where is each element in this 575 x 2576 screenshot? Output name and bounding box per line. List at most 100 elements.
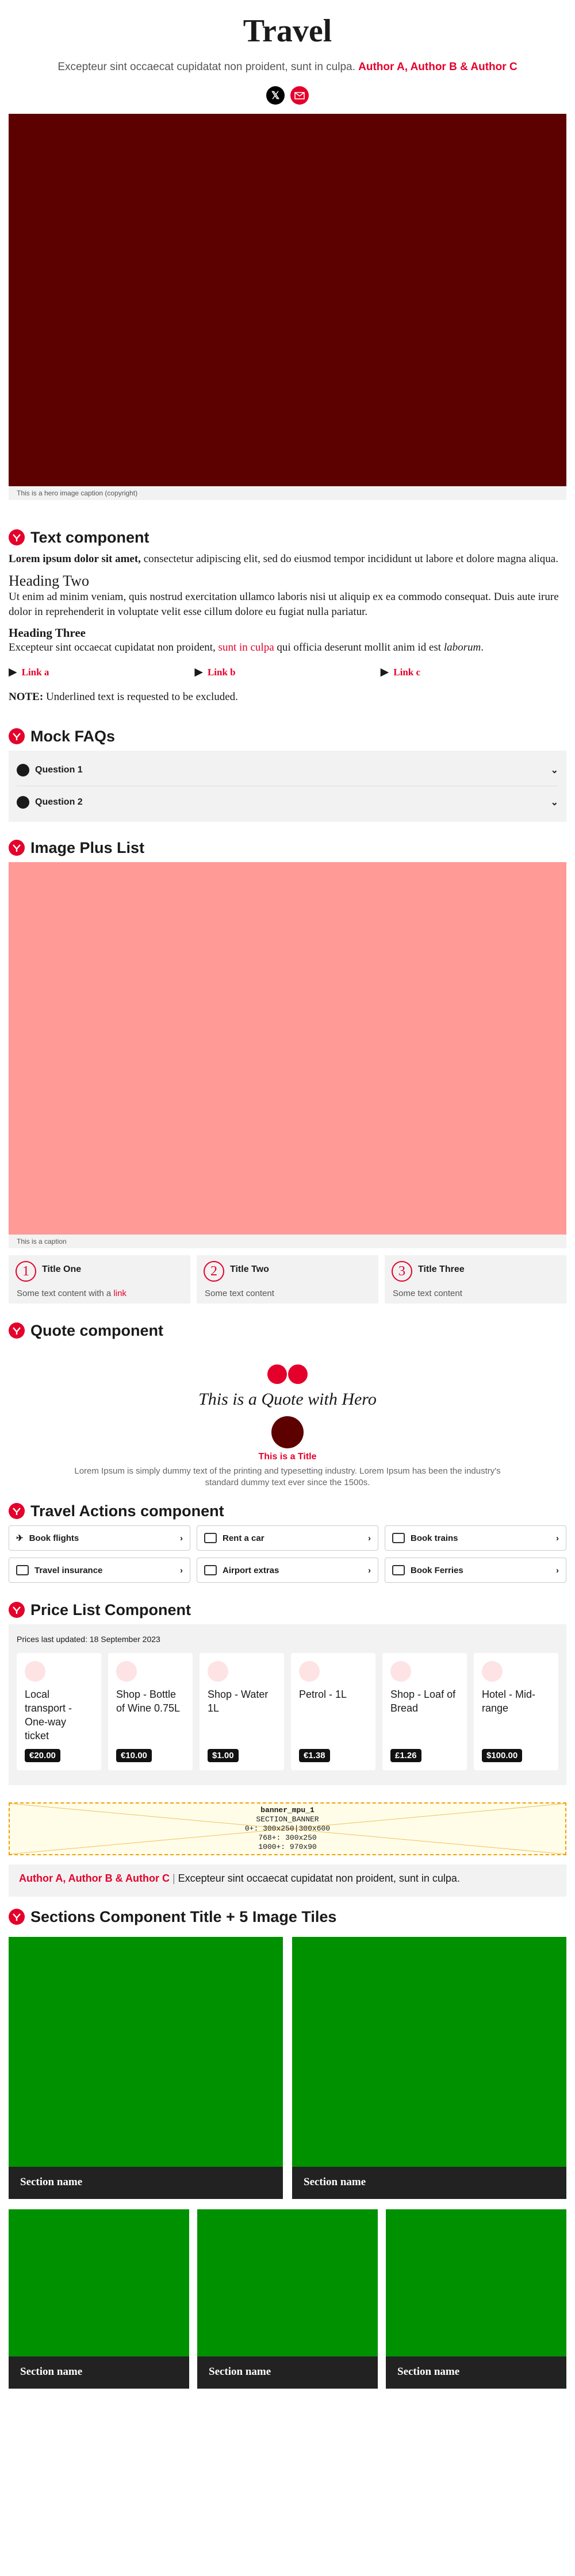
- train-icon: [392, 1533, 405, 1543]
- brand-logo-icon: [9, 529, 25, 545]
- price-card: Local transport - One-way ticket €20.00: [17, 1653, 101, 1770]
- faqs-header: Mock FAQs: [9, 722, 566, 751]
- question-icon: [17, 763, 29, 776]
- price-badge: £1.26: [390, 1749, 421, 1762]
- insurance-icon: [16, 1565, 29, 1575]
- paragraph: Lorem ipsum dolor sit amet, consectetur …: [9, 553, 558, 565]
- section-heading: Image Plus List: [30, 839, 145, 856]
- page: Travel Excepteur sint occaecat cupidatat…: [0, 0, 575, 2576]
- section-tile[interactable]: Section name: [9, 1937, 283, 2199]
- ferry-icon: [392, 1565, 405, 1575]
- price-badge: €20.00: [25, 1749, 60, 1762]
- action-rent-car[interactable]: Rent a car ›: [197, 1525, 378, 1551]
- price-card: Petrol - 1L €1.38: [291, 1653, 375, 1770]
- sections-header: Sections Component Title + 5 Image Tiles: [9, 1902, 566, 1931]
- link-item[interactable]: ▶ Link b: [194, 663, 380, 682]
- quote-mark-icon: [9, 1345, 566, 1390]
- plane-icon: ✈: [16, 1533, 24, 1543]
- price-card: Shop - Bottle of Wine 0.75L €10.00: [108, 1653, 193, 1770]
- avatar: [271, 1416, 304, 1448]
- wine-icon: [116, 1661, 137, 1682]
- note: NOTE: Underlined text is requested to be…: [9, 691, 238, 703]
- x-share-icon[interactable]: 𝕏: [266, 86, 285, 105]
- quote-header: Quote component: [9, 1316, 566, 1345]
- faq-list: Question 1 ⌄ Question 2 ⌄: [9, 751, 566, 822]
- paragraph: Excepteur sint occaecat cupidatat non pr…: [9, 641, 484, 653]
- brand-logo-icon: [9, 840, 25, 856]
- subtitle-text: Excepteur sint occaecat cupidatat non pr…: [57, 61, 355, 73]
- number-badge: 2: [204, 1261, 224, 1282]
- link-list: ▶ Link a ▶ Link b ▶ Link c: [9, 663, 566, 682]
- authors-link[interactable]: Author A, Author B & Author C: [19, 1873, 170, 1884]
- question-icon: [17, 796, 29, 809]
- price-list: Prices last updated: 18 September 2023 L…: [9, 1624, 566, 1785]
- travel-actions: ✈ Book flights › Rent a car › Book trains › …: [9, 1525, 566, 1583]
- ad-banner[interactable]: banner_mpu_1 SECTION_BANNER 0+: 300x250|…: [9, 1802, 566, 1855]
- price-badge: €10.00: [116, 1749, 152, 1762]
- chevron-right-icon: ▶: [9, 666, 17, 678]
- email-share-icon[interactable]: [290, 86, 309, 105]
- price-card: Hotel - Mid-range $100.00: [474, 1653, 558, 1770]
- hero-image: [9, 114, 566, 486]
- price-badge: €1.38: [299, 1749, 330, 1762]
- price-card: Shop - Loaf of Bread £1.26: [382, 1653, 467, 1770]
- chevron-down-icon: ⌄: [550, 798, 558, 808]
- section-heading: Mock FAQs: [30, 727, 116, 745]
- number-badge: 1: [16, 1261, 36, 1282]
- chevron-right-icon: ›: [180, 1565, 183, 1575]
- paragraph: Ut enim ad minim veniam, quis nostrud ex…: [9, 591, 559, 618]
- brand-logo-icon: [9, 728, 25, 744]
- brand-logo-icon: [9, 1503, 25, 1519]
- action-travel-insurance[interactable]: Travel insurance ›: [9, 1558, 190, 1583]
- section-tile[interactable]: Section name: [386, 2209, 566, 2389]
- hotel-icon: [482, 1661, 503, 1682]
- section-heading: Travel Actions component: [30, 1502, 224, 1520]
- quote-author: This is a Title: [258, 1452, 317, 1462]
- faq-item[interactable]: Question 2 ⌄: [17, 786, 558, 818]
- social-share: 𝕏: [0, 82, 575, 114]
- prices-updated: Prices last updated: 18 September 2023: [17, 1635, 160, 1644]
- action-book-flights[interactable]: ✈ Book flights ›: [9, 1525, 190, 1551]
- list-item: 3 Title Three Some text content: [385, 1255, 566, 1304]
- section-tiles-bottom: Section name Section name Section name: [9, 2209, 566, 2389]
- price-badge: $1.00: [208, 1749, 239, 1762]
- chevron-right-icon: ›: [556, 1533, 559, 1543]
- chevron-right-icon: ›: [368, 1565, 371, 1575]
- inline-link[interactable]: sunt in culpa: [218, 641, 274, 653]
- quote-text: This is a Quote with Hero: [198, 1390, 377, 1409]
- byline: Author A, Author B & Author C | Excepteu…: [9, 1864, 566, 1897]
- link-item[interactable]: ▶ Link a: [9, 663, 194, 682]
- section-tile[interactable]: Section name: [197, 2209, 378, 2389]
- brand-logo-icon: [9, 1322, 25, 1339]
- section-tile[interactable]: Section name: [292, 1937, 566, 2199]
- bus-icon: [204, 1565, 217, 1575]
- section-heading: Quote component: [30, 1321, 163, 1339]
- chevron-right-icon: ›: [556, 1565, 559, 1575]
- numbered-list: 1 Title One Some text content with a link …: [9, 1255, 566, 1304]
- chevron-right-icon: ▶: [380, 666, 389, 678]
- image-caption: This is a caption: [9, 1235, 566, 1248]
- heading-two: Heading Two: [9, 572, 89, 589]
- brand-logo-icon: [9, 1602, 25, 1618]
- price-list-header: Price List Component: [9, 1595, 566, 1624]
- quote-block: This is a Quote with Hero This is a Titl…: [9, 1345, 566, 1487]
- feature-image: [9, 862, 566, 1235]
- link-item[interactable]: ▶ Link c: [381, 663, 566, 682]
- authors-link[interactable]: Author A, Author B & Author C: [358, 61, 518, 73]
- list-item: 2 Title Two Some text content: [197, 1255, 378, 1304]
- hero-caption: This is a hero image caption (copyright): [9, 486, 566, 500]
- faq-item[interactable]: Question 1 ⌄: [17, 754, 558, 786]
- water-icon: [208, 1661, 228, 1682]
- action-book-ferries[interactable]: Book Ferries ›: [385, 1558, 566, 1583]
- list-item: 1 Title One Some text content with a link: [9, 1255, 190, 1304]
- action-airport-extras[interactable]: Airport extras ›: [197, 1558, 378, 1583]
- section-tile[interactable]: Section name: [9, 2209, 189, 2389]
- section-heading: Text component: [30, 528, 150, 546]
- heading-three: Heading Three: [9, 626, 86, 640]
- chevron-right-icon: ▶: [194, 666, 203, 678]
- section-tiles-top: Section name Section name: [9, 1937, 566, 2199]
- image-plus-list-header: Image Plus List: [9, 833, 566, 862]
- action-book-trains[interactable]: Book trains ›: [385, 1525, 566, 1551]
- section-heading: Sections Component Title + 5 Image Tiles: [30, 1908, 337, 1925]
- inline-link[interactable]: link: [113, 1289, 126, 1298]
